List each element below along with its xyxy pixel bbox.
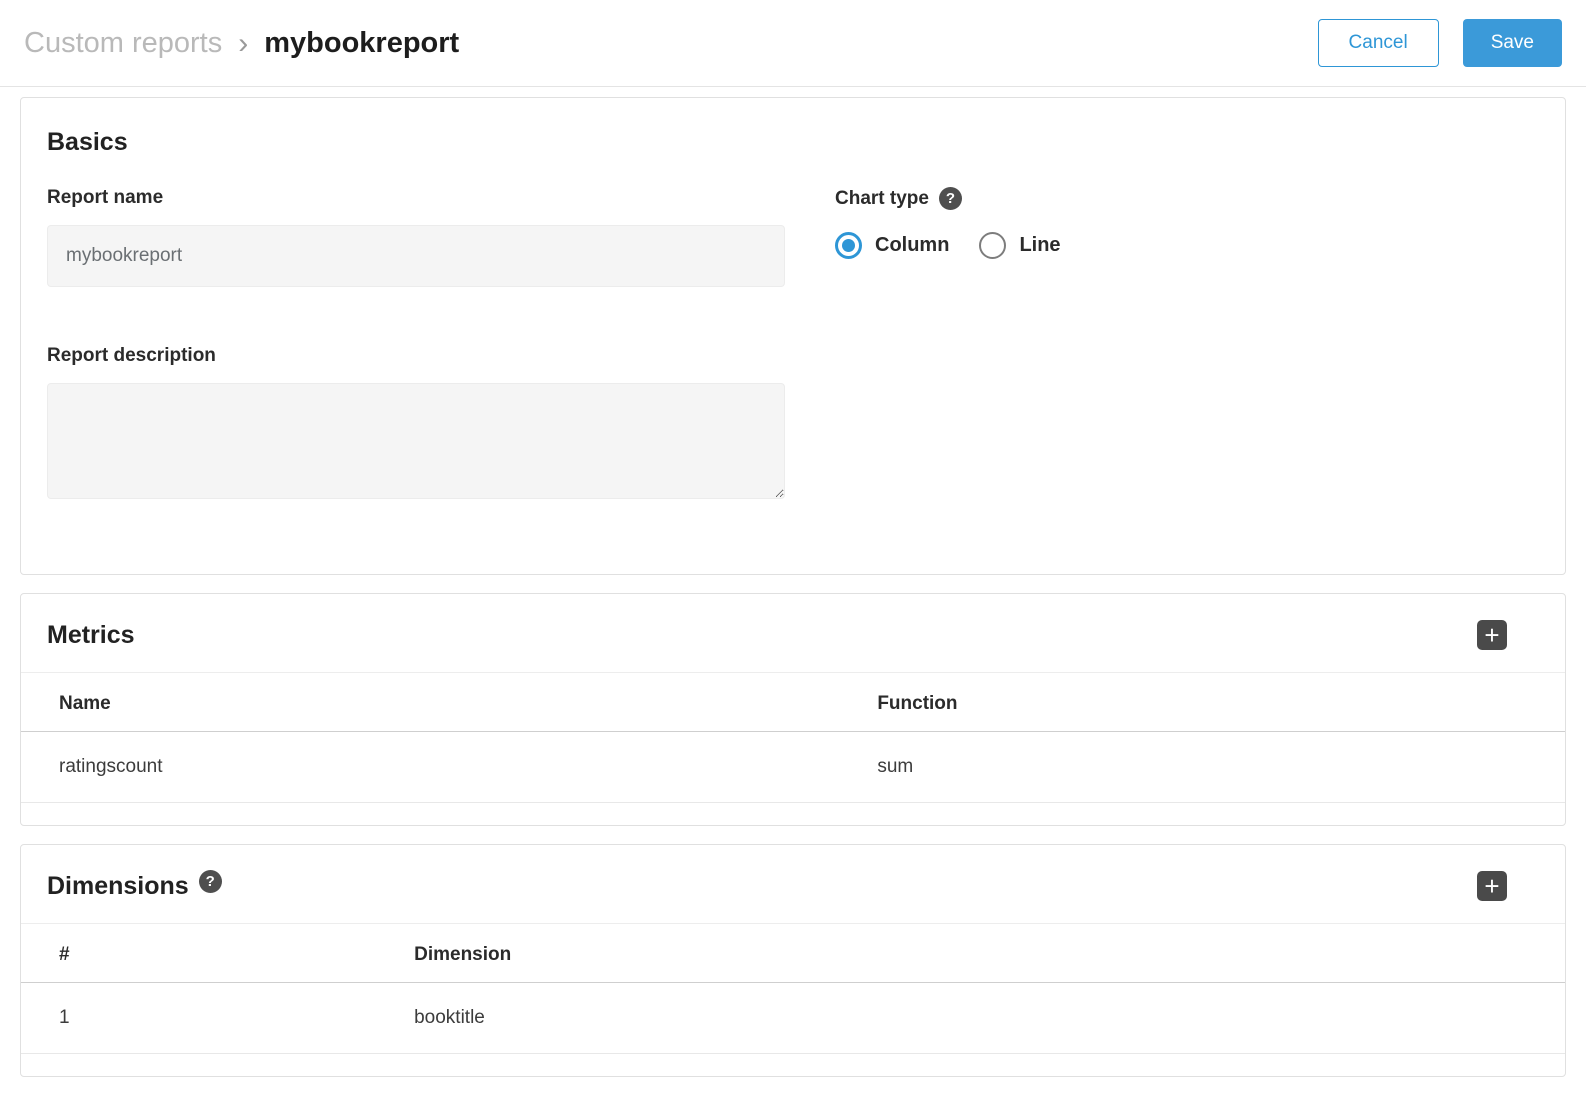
main-content: Basics Report name Report description Ch… <box>0 87 1586 1093</box>
metrics-column-name: Name <box>21 673 839 732</box>
basics-grid: Report name Report description Chart typ… <box>47 187 1539 504</box>
report-name-input[interactable] <box>47 225 785 287</box>
chart-type-radio-group: Column Line <box>835 232 1061 259</box>
report-description-label: Report description <box>47 345 785 367</box>
save-button[interactable]: Save <box>1463 19 1562 67</box>
add-metric-button[interactable]: + <box>1477 620 1507 650</box>
page-header: Custom reports › mybookreport Cancel Sav… <box>0 0 1586 87</box>
report-description-input[interactable] <box>47 383 785 499</box>
basics-card: Basics Report name Report description Ch… <box>20 97 1566 575</box>
radio-unselected-icon <box>979 232 1006 259</box>
metric-function-cell: sum <box>839 732 1565 803</box>
radio-label-column: Column <box>875 234 949 257</box>
radio-label-line: Line <box>1019 234 1060 257</box>
dimension-number-cell: 1 <box>21 983 376 1054</box>
chart-type-line-radio[interactable]: Line <box>979 232 1060 259</box>
chart-type-label: Chart type <box>835 188 929 210</box>
metrics-table-header-row: Name Function <box>21 673 1565 732</box>
breadcrumb-parent-link[interactable]: Custom reports <box>24 27 222 60</box>
dimensions-header: Dimensions ? + <box>21 845 1565 923</box>
dimensions-table-header-row: # Dimension <box>21 924 1565 983</box>
radio-selected-icon <box>835 232 862 259</box>
metrics-header: Metrics + <box>21 594 1565 672</box>
metrics-title-wrap: Metrics <box>47 621 135 650</box>
dimensions-card: Dimensions ? + # Dimension 1 booktitle <box>20 844 1566 1077</box>
metrics-table-row[interactable]: ratingscount sum <box>21 732 1565 803</box>
dimensions-title-wrap: Dimensions ? <box>47 872 222 901</box>
metrics-title: Metrics <box>47 621 135 650</box>
chevron-right-icon: › <box>238 27 248 59</box>
basics-right-column: Chart type ? Column Line <box>835 187 1061 504</box>
metrics-column-function: Function <box>839 673 1565 732</box>
basics-left-column: Report name Report description <box>47 187 785 504</box>
dimensions-help-icon[interactable]: ? <box>199 870 222 893</box>
metric-name-cell: ratingscount <box>21 732 839 803</box>
chart-type-column-radio[interactable]: Column <box>835 232 949 259</box>
metrics-table: Name Function ratingscount sum <box>21 672 1565 803</box>
cancel-button[interactable]: Cancel <box>1318 19 1439 67</box>
breadcrumb: Custom reports › mybookreport <box>24 27 459 60</box>
breadcrumb-current: mybookreport <box>264 27 459 60</box>
chart-type-label-row: Chart type ? <box>835 187 1061 210</box>
header-actions: Cancel Save <box>1318 19 1562 67</box>
help-icon[interactable]: ? <box>939 187 962 210</box>
dimensions-table: # Dimension 1 booktitle <box>21 923 1565 1054</box>
dimensions-column-number: # <box>21 924 376 983</box>
dimensions-table-row[interactable]: 1 booktitle <box>21 983 1565 1054</box>
dimensions-title: Dimensions <box>47 872 189 901</box>
basics-title: Basics <box>47 128 1539 157</box>
add-dimension-button[interactable]: + <box>1477 871 1507 901</box>
report-name-label: Report name <box>47 187 785 209</box>
dimensions-column-dimension: Dimension <box>376 924 1565 983</box>
metrics-card: Metrics + Name Function ratingscount sum <box>20 593 1566 826</box>
dimension-name-cell: booktitle <box>376 983 1565 1054</box>
